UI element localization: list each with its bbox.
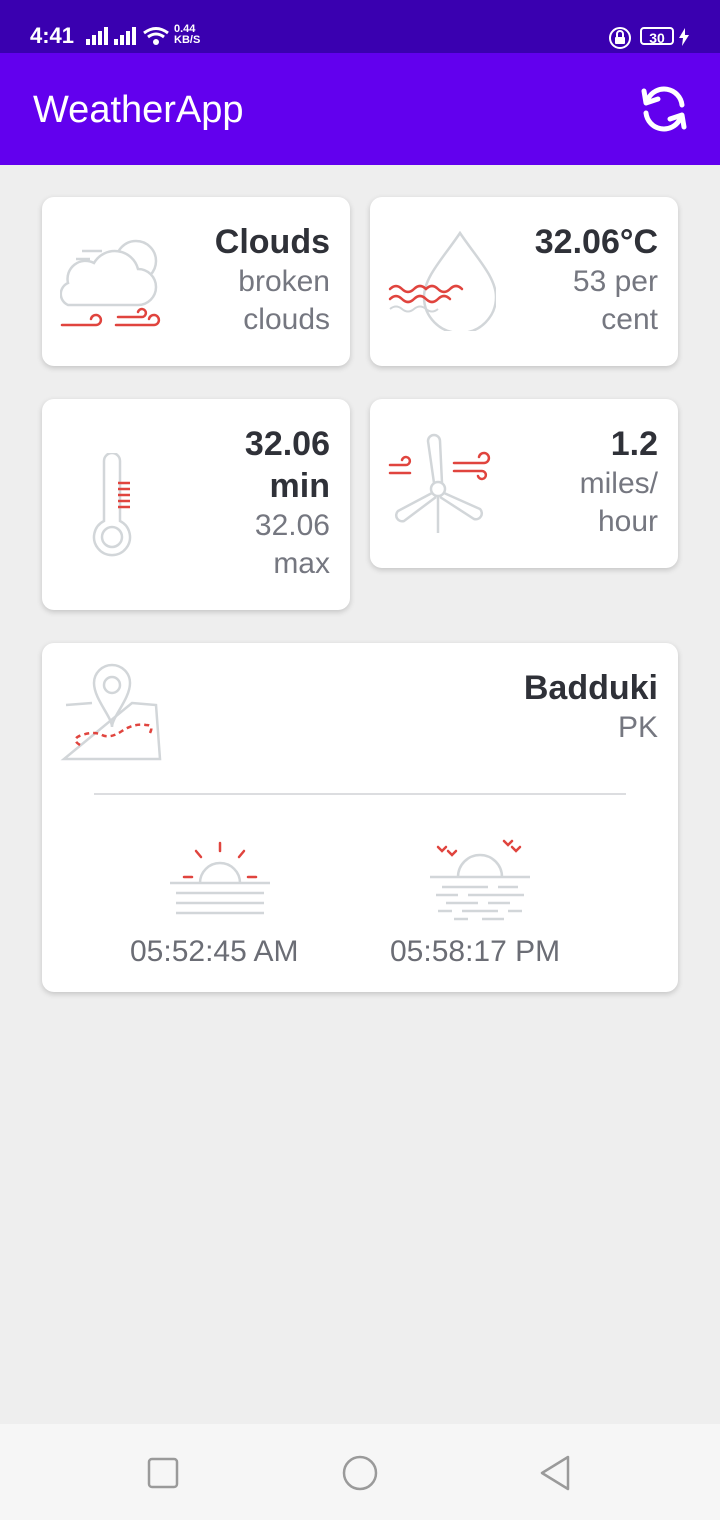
back-icon[interactable]: [528, 1446, 582, 1500]
max-temperature-label: max: [273, 547, 330, 580]
humidity-card: 32.06°C 53 per cent: [370, 197, 678, 366]
weather-description-line2: clouds: [243, 303, 330, 336]
system-navigation-bar: [0, 1424, 720, 1520]
humidity-line2: cent: [601, 303, 658, 336]
sunset-time: 05:58:17 PM: [390, 935, 561, 968]
city-name: Badduki: [523, 669, 658, 707]
humidity-drop-icon: [388, 231, 496, 331]
home-icon[interactable]: [333, 1446, 387, 1500]
signal-icons: [86, 27, 169, 45]
country-code: PK: [617, 711, 658, 744]
weather-description-line1: broken: [238, 265, 330, 298]
status-bar: 4:41 0.44 KB/S 30: [0, 0, 720, 53]
wind-unit-line2: hour: [597, 505, 658, 538]
location-card: Badduki PK 05:52:45 AM 05:58:17 PM: [42, 643, 678, 992]
sunrise-icon: [170, 841, 270, 915]
charging-icon: [679, 28, 689, 46]
sunrise-time: 05:52:45 AM: [130, 935, 299, 968]
app-title: WeatherApp: [33, 89, 244, 131]
battery-indicator: 30: [640, 27, 674, 46]
wind-turbine-icon: [388, 433, 491, 533]
location-divider: [94, 793, 626, 795]
wind-card: 1.2 miles/ hour: [370, 399, 678, 568]
wind-unit-line1: miles/: [579, 467, 658, 500]
net-speed-unit: KB/S: [174, 34, 201, 46]
weather-condition: Clouds: [214, 223, 330, 261]
thermometer-icon: [92, 453, 132, 557]
max-temperature-value: 32.06: [254, 509, 330, 542]
min-temperature-value: 32.06: [244, 425, 330, 463]
status-time: 4:41: [30, 23, 75, 48]
min-temperature-label: min: [269, 467, 330, 505]
sunset-icon: [430, 839, 530, 921]
current-temperature: 32.06°C: [534, 223, 658, 261]
app-bar: WeatherApp: [0, 53, 720, 165]
refresh-icon[interactable]: [638, 83, 690, 135]
wind-speed: 1.2: [610, 425, 658, 463]
cloudy-wind-icon: [60, 239, 161, 327]
min-max-temperature-card: 32.06 min 32.06 max: [42, 399, 350, 610]
lock-rotation-icon: [609, 27, 631, 49]
map-pin-icon: [60, 663, 162, 761]
weather-condition-card: Clouds broken clouds: [42, 197, 350, 366]
recent-apps-icon[interactable]: [136, 1446, 190, 1500]
humidity-line1: 53 per: [572, 265, 658, 298]
network-speed: 0.44 KB/S: [174, 24, 200, 46]
